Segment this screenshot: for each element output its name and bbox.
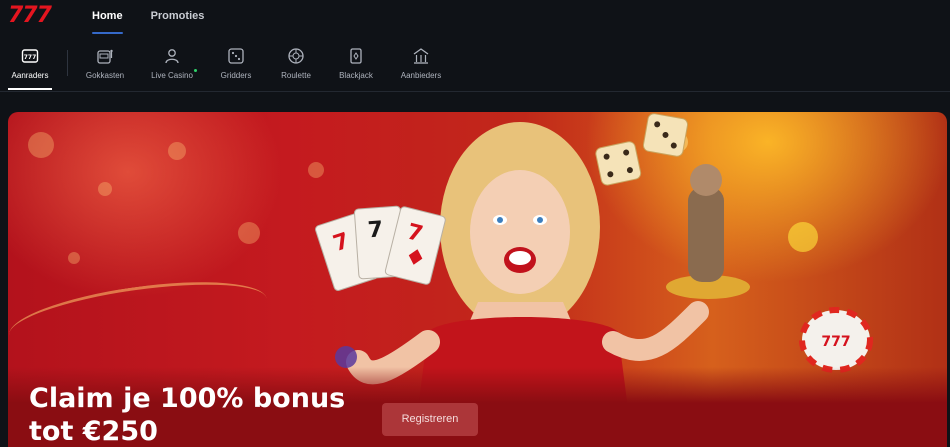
building-icon xyxy=(413,48,429,64)
category-label: Aanbieders xyxy=(400,71,442,80)
main-nav: Home Promoties xyxy=(92,0,232,36)
777-icon: 777 xyxy=(21,49,39,63)
nav-promoties[interactable]: Promoties xyxy=(151,0,205,36)
svg-text:7: 7 xyxy=(367,217,384,243)
explorer-figurine xyxy=(688,187,724,282)
category-separator xyxy=(67,50,68,76)
category-live-casino[interactable]: Live Casino xyxy=(146,36,198,92)
category-gridders[interactable]: Gridders xyxy=(216,36,256,92)
svg-text:777: 777 xyxy=(24,54,37,61)
dice xyxy=(595,141,642,186)
category-blackjack[interactable]: Blackjack xyxy=(334,36,378,92)
nav-home[interactable]: Home xyxy=(92,0,123,36)
roulette-icon xyxy=(288,48,304,64)
svg-text:777: 777 xyxy=(821,334,850,350)
category-label: Aanraders xyxy=(11,71,49,80)
purple-orb xyxy=(335,346,357,368)
iris-right xyxy=(537,217,543,223)
promo-headline-line1: Claim je 100% bonus xyxy=(29,383,346,414)
category-gokkasten[interactable]: Gokkasten xyxy=(81,36,129,92)
iris-left xyxy=(497,217,503,223)
category-bar: 777 Aanraders Gokkasten Live Casino Grid… xyxy=(0,36,950,92)
live-indicator-icon xyxy=(194,69,197,72)
dice-icon xyxy=(228,48,244,64)
category-label: Roulette xyxy=(281,71,311,80)
promo-headline: Claim je 100% bonus tot €250 xyxy=(29,382,345,447)
register-button[interactable]: Registreren xyxy=(382,403,478,436)
arm-right xyxy=(602,301,709,362)
category-label: Live Casino xyxy=(151,71,193,80)
category-label: Gridders xyxy=(220,71,252,80)
card-icon xyxy=(350,48,362,64)
slot-machine-icon xyxy=(97,49,113,64)
casino-chip: 777 xyxy=(799,307,873,373)
teeth-shape xyxy=(509,251,531,265)
brand-logo[interactable]: 777 xyxy=(8,4,52,28)
promo-banner[interactable]: 7 7 7 777 Claim je 100% bonus tot €250 R… xyxy=(8,112,947,447)
category-label: Blackjack xyxy=(339,71,373,80)
dealer-icon xyxy=(165,49,179,64)
category-roulette[interactable]: Roulette xyxy=(276,36,316,92)
dice xyxy=(642,113,689,157)
category-aanbieders[interactable]: Aanbieders xyxy=(396,36,446,92)
category-aanraders[interactable]: 777 Aanraders xyxy=(8,36,52,92)
category-label: Gokkasten xyxy=(85,71,125,80)
explorer-head xyxy=(690,164,722,196)
promo-headline-line2: tot €250 xyxy=(29,416,158,447)
face-shape xyxy=(470,170,570,294)
top-bar: 777 Home Promoties xyxy=(0,0,950,36)
